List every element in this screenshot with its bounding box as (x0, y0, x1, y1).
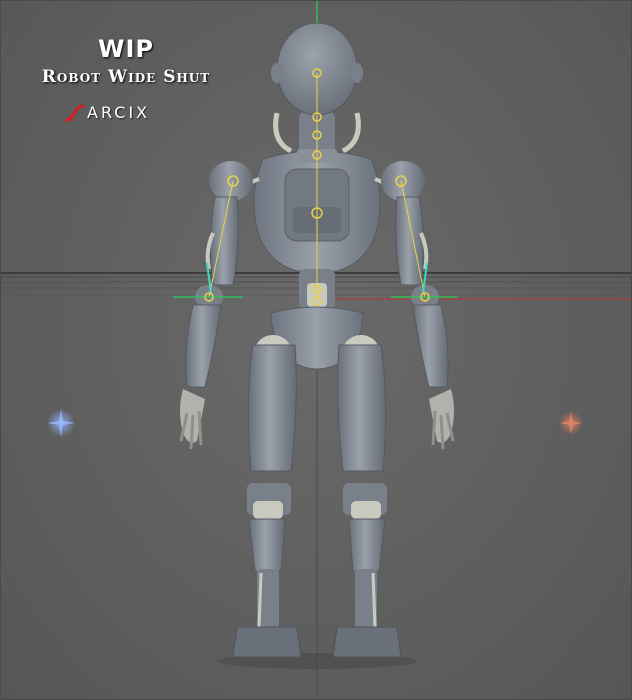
robot-right-leg[interactable] (332, 335, 402, 658)
robot-model[interactable] (173, 22, 457, 669)
light-star-icon[interactable] (47, 409, 75, 437)
title-overlay: WIP Robot Wide Shut (31, 35, 221, 87)
sarcix-logo: ARCIX (65, 102, 187, 124)
light-star-icon[interactable] (559, 411, 583, 435)
logo-text: ARCIX (87, 103, 151, 122)
robot-left-leg[interactable] (232, 335, 302, 658)
logo-s-mark-icon (65, 104, 85, 122)
overlay-subtitle: Robot Wide Shut (41, 67, 211, 87)
3d-viewport[interactable]: WIP Robot Wide Shut ARCIX (0, 0, 632, 700)
overlay-title: WIP (98, 35, 154, 63)
robot-right-arm[interactable] (381, 161, 455, 450)
robot-left-arm[interactable] (179, 161, 253, 450)
